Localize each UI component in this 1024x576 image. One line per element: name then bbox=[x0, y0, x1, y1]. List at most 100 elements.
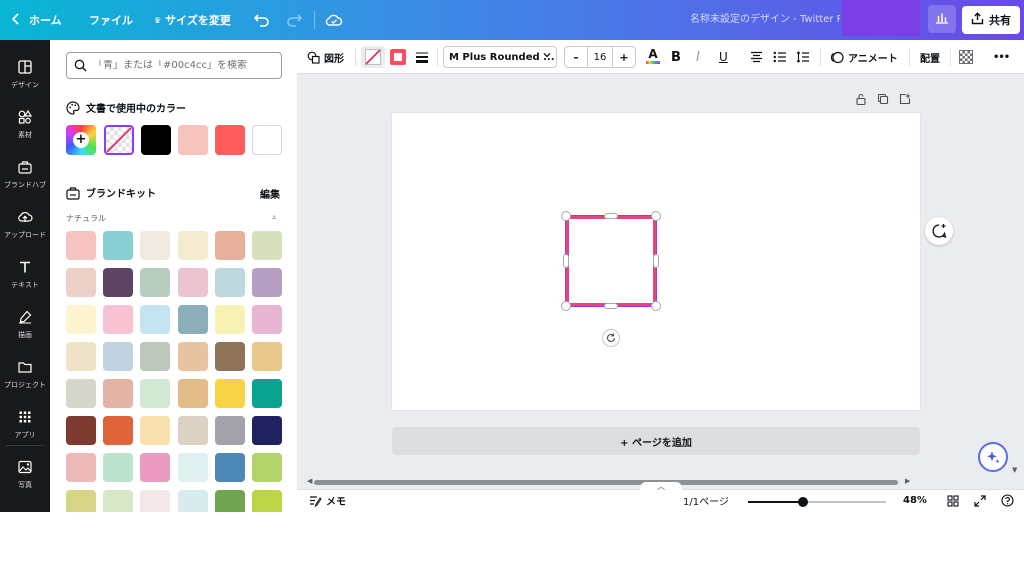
palette-color-swatch[interactable] bbox=[177, 305, 208, 334]
lock-icon[interactable] bbox=[855, 93, 867, 105]
add-color-button[interactable]: + bbox=[66, 125, 96, 155]
rail-item-draw[interactable]: 描画 bbox=[0, 300, 50, 346]
palette-color-swatch[interactable] bbox=[252, 342, 282, 371]
palette-color-swatch[interactable] bbox=[66, 268, 96, 297]
shape-tool[interactable]: 図形 bbox=[307, 40, 344, 74]
rail-item-design[interactable]: デザイン bbox=[0, 50, 50, 96]
cloud-save-icon[interactable] bbox=[324, 10, 344, 30]
fullscreen-icon[interactable] bbox=[974, 489, 986, 512]
file-menu[interactable]: ファイル bbox=[89, 0, 133, 40]
rail-item-brand-hub[interactable]: ブランドハブ bbox=[0, 150, 50, 196]
palette-color-swatch[interactable] bbox=[214, 416, 245, 445]
bullet-list-icon[interactable] bbox=[773, 40, 787, 74]
no-color-swatch[interactable] bbox=[104, 125, 134, 155]
rail-item-elements[interactable]: 素材 bbox=[0, 100, 50, 146]
palette-color-swatch[interactable] bbox=[140, 416, 171, 445]
palette-color-swatch[interactable] bbox=[66, 379, 96, 408]
rail-item-uploads[interactable]: アップロード bbox=[0, 200, 50, 246]
home-button[interactable]: ホーム bbox=[11, 0, 62, 40]
fill-color-button[interactable] bbox=[361, 46, 385, 68]
page-indicator[interactable]: 1/1ページ bbox=[683, 489, 729, 512]
transparency-icon[interactable] bbox=[959, 50, 973, 64]
add-page-button[interactable]: + ページを追加 bbox=[392, 427, 920, 455]
palette-color-swatch[interactable] bbox=[177, 453, 208, 482]
add-page-icon[interactable] bbox=[899, 93, 911, 105]
document-color-swatch[interactable] bbox=[141, 125, 171, 155]
resize-handle-bottom[interactable] bbox=[604, 303, 618, 309]
palette-color-swatch[interactable] bbox=[140, 305, 171, 334]
palette-color-swatch[interactable] bbox=[66, 231, 96, 260]
font-size-decrease[interactable]: – bbox=[565, 47, 587, 67]
palette-color-swatch[interactable] bbox=[214, 231, 245, 260]
document-title[interactable]: 名称未設定のデザイン - Twitter Po bbox=[690, 0, 840, 40]
palette-color-swatch[interactable] bbox=[103, 490, 134, 512]
palette-color-swatch[interactable] bbox=[252, 231, 282, 260]
palette-color-swatch[interactable] bbox=[214, 305, 245, 334]
zoom-level[interactable]: 48% bbox=[903, 489, 927, 512]
palette-color-swatch[interactable] bbox=[103, 379, 134, 408]
resize-handle-bottom-left[interactable] bbox=[561, 301, 571, 311]
help-icon[interactable] bbox=[1001, 489, 1014, 512]
comment-button[interactable] bbox=[925, 217, 953, 245]
rotate-handle[interactable] bbox=[602, 329, 620, 347]
palette-color-swatch[interactable] bbox=[252, 268, 282, 297]
insights-button[interactable] bbox=[928, 5, 956, 33]
palette-color-swatch[interactable] bbox=[177, 416, 208, 445]
resize-handle-right[interactable] bbox=[653, 254, 659, 268]
palette-color-swatch[interactable] bbox=[103, 416, 134, 445]
palette-color-swatch[interactable] bbox=[103, 231, 134, 260]
resize-handle-top[interactable] bbox=[604, 213, 618, 219]
palette-color-swatch[interactable] bbox=[252, 379, 282, 408]
color-search[interactable] bbox=[66, 52, 282, 79]
scroll-left-arrow[interactable]: ◀ bbox=[307, 477, 312, 485]
resize-handle-top-right[interactable] bbox=[651, 211, 661, 221]
palette-color-swatch[interactable] bbox=[140, 231, 171, 260]
palette-color-swatch[interactable] bbox=[177, 342, 208, 371]
expand-pages-tab[interactable]: ︿ bbox=[640, 482, 682, 492]
rail-item-photos[interactable]: 写真 bbox=[0, 450, 50, 496]
document-color-swatch[interactable] bbox=[215, 125, 245, 155]
font-size-increase[interactable]: + bbox=[613, 47, 635, 67]
undo-icon[interactable] bbox=[252, 10, 272, 30]
selected-square-shape[interactable] bbox=[565, 215, 657, 307]
bold-button[interactable]: B bbox=[671, 40, 681, 74]
palette-download-icon[interactable]: ⩡ bbox=[272, 213, 277, 223]
palette-color-swatch[interactable] bbox=[214, 342, 245, 371]
resize-handle-left[interactable] bbox=[563, 254, 569, 268]
border-style-button[interactable] bbox=[411, 46, 433, 68]
arrange-button[interactable]: 配置 bbox=[920, 40, 940, 74]
underline-button[interactable]: U bbox=[719, 40, 728, 74]
grid-view-icon[interactable] bbox=[947, 489, 959, 512]
palette-color-swatch[interactable] bbox=[252, 416, 282, 445]
palette-color-swatch[interactable] bbox=[66, 342, 96, 371]
palette-color-swatch[interactable] bbox=[214, 490, 245, 512]
horizontal-scrollbar[interactable] bbox=[314, 480, 898, 485]
scroll-right-arrow[interactable]: ▶ bbox=[905, 477, 910, 485]
magic-assistant-button[interactable] bbox=[978, 442, 1008, 472]
border-color-button[interactable] bbox=[387, 46, 409, 68]
palette-color-swatch[interactable] bbox=[214, 379, 245, 408]
palette-color-swatch[interactable] bbox=[252, 490, 282, 512]
resize-handle-top-left[interactable] bbox=[561, 211, 571, 221]
text-color-button[interactable]: A bbox=[644, 47, 662, 67]
align-center-icon[interactable] bbox=[750, 40, 763, 74]
rail-item-apps[interactable]: アプリ bbox=[0, 400, 50, 446]
notes-button[interactable]: メモ bbox=[309, 489, 346, 512]
palette-color-swatch[interactable] bbox=[103, 453, 134, 482]
font-family-select[interactable]: M Plus Rounded ... bbox=[443, 46, 557, 68]
palette-color-swatch[interactable] bbox=[103, 342, 134, 371]
palette-color-swatch[interactable] bbox=[103, 268, 134, 297]
palette-color-swatch[interactable] bbox=[103, 305, 134, 334]
color-search-input[interactable] bbox=[93, 60, 273, 71]
more-options-button[interactable]: ••• bbox=[993, 40, 1010, 74]
palette-color-swatch[interactable] bbox=[252, 453, 282, 482]
palette-color-swatch[interactable] bbox=[177, 231, 208, 260]
rail-item-projects[interactable]: プロジェクト bbox=[0, 350, 50, 396]
palette-color-swatch[interactable] bbox=[140, 453, 171, 482]
palette-color-swatch[interactable] bbox=[140, 268, 171, 297]
palette-color-swatch[interactable] bbox=[66, 490, 96, 512]
palette-color-swatch[interactable] bbox=[66, 416, 96, 445]
palette-color-swatch[interactable] bbox=[214, 453, 245, 482]
palette-color-swatch[interactable] bbox=[66, 305, 96, 334]
resize-button[interactable]: ♛ サイズを変更 bbox=[154, 0, 231, 40]
